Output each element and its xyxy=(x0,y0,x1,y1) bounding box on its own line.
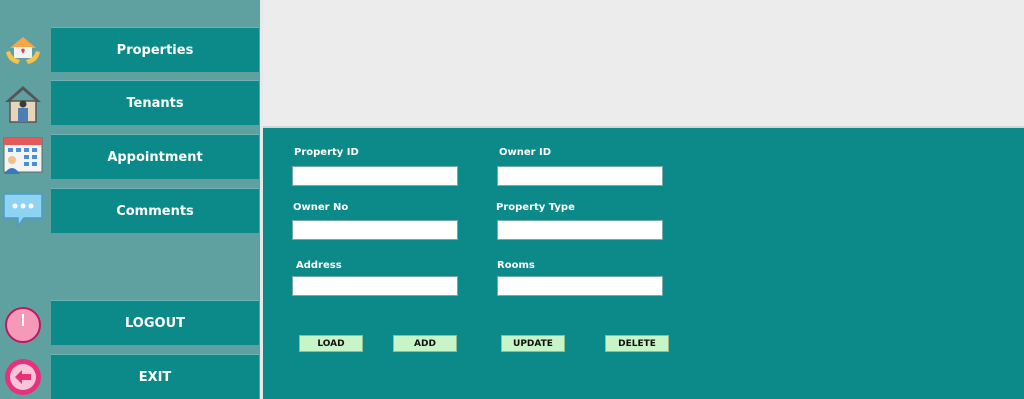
house-person-icon xyxy=(5,86,41,123)
property-id-label: Property ID xyxy=(294,147,359,158)
chat-bubble-icon xyxy=(3,193,43,229)
property-type-input[interactable] xyxy=(497,220,663,240)
add-button[interactable]: ADD xyxy=(393,335,457,352)
rooms-input[interactable] xyxy=(497,276,663,296)
logout-label: LOGOUT xyxy=(124,315,186,331)
sidebar: Properties Tenants Appointment Comments xyxy=(0,0,260,399)
add-button-label: ADD xyxy=(414,338,436,349)
calendar-person-icon xyxy=(3,137,43,174)
sidebar-item-label: Comments xyxy=(116,203,194,219)
delete-button[interactable]: DELETE xyxy=(605,335,669,352)
owner-id-label: Owner ID xyxy=(499,147,552,158)
delete-button-label: DELETE xyxy=(618,338,656,349)
exit-arrow-icon xyxy=(5,359,41,395)
sidebar-item-tenants[interactable]: Tenants xyxy=(51,80,259,125)
logout-button[interactable]: LOGOUT xyxy=(51,300,259,345)
property-type-label: Property Type xyxy=(496,202,575,213)
exit-button[interactable]: EXIT xyxy=(51,354,259,399)
exit-label: EXIT xyxy=(138,369,172,385)
property-id-input[interactable] xyxy=(292,166,458,186)
sidebar-item-label: Tenants xyxy=(126,95,184,111)
address-input[interactable] xyxy=(292,276,458,296)
update-button[interactable]: UPDATE xyxy=(501,335,565,352)
load-button[interactable]: LOAD xyxy=(299,335,363,352)
sidebar-item-label: Properties xyxy=(116,42,194,58)
owner-no-input[interactable] xyxy=(292,220,458,240)
owner-no-label: Owner No xyxy=(293,202,349,213)
sidebar-item-comments[interactable]: Comments xyxy=(51,188,259,233)
owner-id-input[interactable] xyxy=(497,166,663,186)
update-button-label: UPDATE xyxy=(513,338,553,349)
power-icon xyxy=(5,307,41,343)
sidebar-item-label: Appointment xyxy=(107,149,203,165)
sidebar-item-appointment[interactable]: Appointment xyxy=(51,134,259,179)
sidebar-item-properties[interactable]: Properties xyxy=(51,27,259,72)
load-button-label: LOAD xyxy=(317,338,345,349)
rooms-label: Rooms xyxy=(497,260,535,271)
house-hands-icon xyxy=(6,37,40,64)
content-header-panel xyxy=(263,0,1024,128)
address-label: Address xyxy=(296,260,342,271)
